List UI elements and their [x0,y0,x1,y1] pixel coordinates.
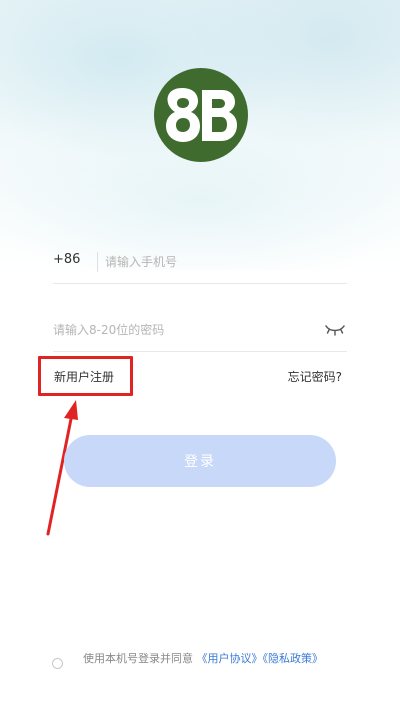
country-code-selector[interactable]: +86 [53,252,80,267]
privacy-policy-link[interactable]: 《隐私政策》 [263,652,324,665]
8b-logo-icon [166,88,237,142]
eye-closed-icon[interactable] [325,323,345,337]
agree-checkbox[interactable] [52,658,63,669]
app-logo [154,68,248,162]
user-agreement-link[interactable]: 《用户协议》 [197,652,263,665]
password-input[interactable] [53,317,313,343]
forgot-password-link[interactable]: 忘记密码? [288,368,342,385]
country-code-divider [97,252,98,272]
login-button[interactable]: 登录 [64,435,336,487]
phone-field: +86 [53,243,347,284]
phone-input[interactable] [105,249,335,275]
annotation-highlight-box [38,356,133,396]
password-field [53,311,347,352]
agreement-prefix: 使用本机号登录并同意 [83,652,193,665]
agreement-text: 使用本机号登录并同意 《用户协议》《隐私政策》 [83,651,353,666]
